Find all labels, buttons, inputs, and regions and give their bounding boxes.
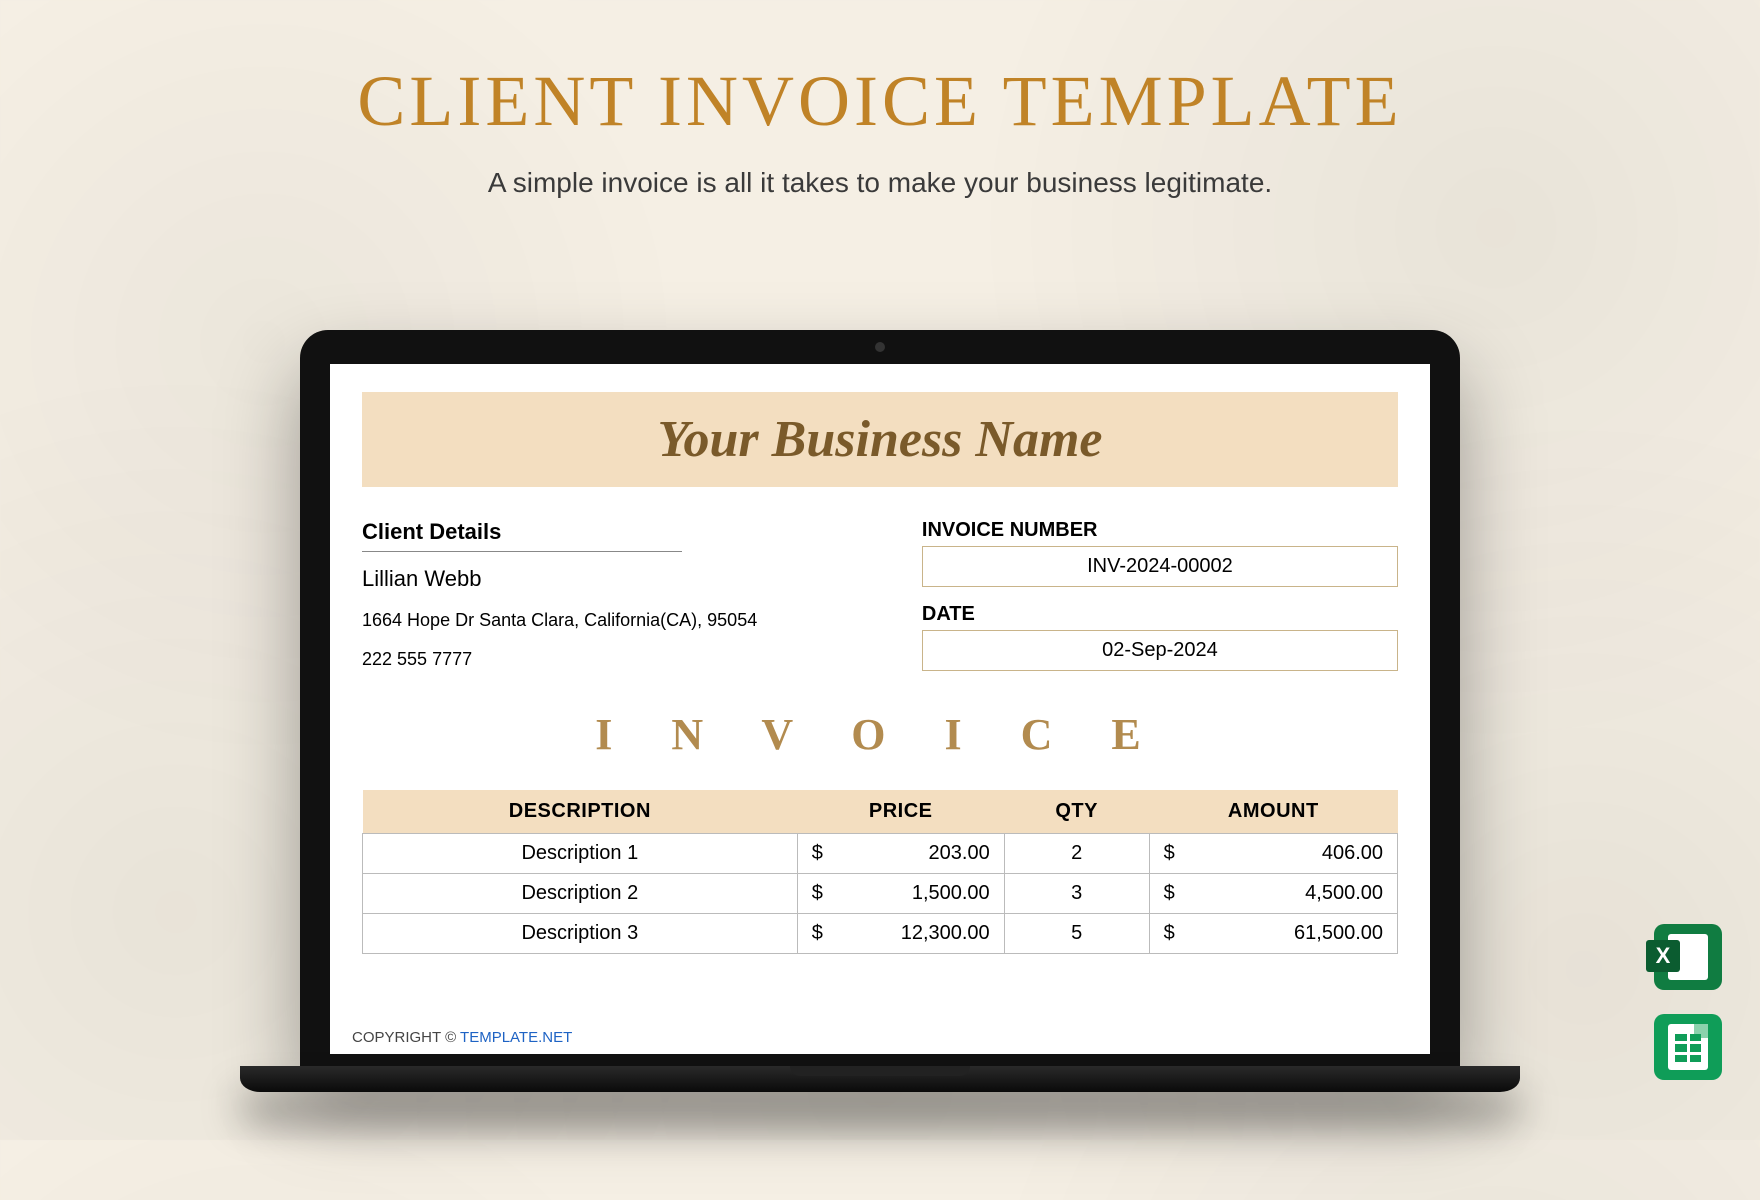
cell-description: Description 3 (363, 914, 798, 954)
cell-amount: $4,500.00 (1149, 874, 1397, 914)
client-details-column: Client Details Lillian Webb 1664 Hope Dr… (362, 519, 862, 671)
cell-description: Description 1 (363, 834, 798, 874)
copyright-brand: TEMPLATE.NET (460, 1029, 572, 1046)
cell-description: Description 2 (363, 874, 798, 914)
cell-qty: 2 (1004, 834, 1149, 874)
cell-amount: $406.00 (1149, 834, 1397, 874)
cell-price: $12,300.00 (797, 914, 1004, 954)
invoice-date-value: 02-Sep-2024 (922, 630, 1398, 671)
table-header: DESCRIPTION PRICE QTY AMOUNT (363, 790, 1398, 834)
col-price: PRICE (797, 790, 1004, 834)
client-phone: 222 555 7777 (362, 649, 862, 670)
col-amount: AMOUNT (1149, 790, 1397, 834)
laptop-mockup: Your Business Name Client Details Lillia… (300, 330, 1460, 1092)
table-row: Description 2$1,500.003$4,500.00 (363, 874, 1398, 914)
invoice-heading: I N V O I C E (362, 709, 1398, 760)
col-description: DESCRIPTION (363, 790, 798, 834)
client-details-heading: Client Details (362, 519, 682, 552)
business-name: Your Business Name (658, 411, 1103, 468)
invoice-number-value: INV-2024-00002 (922, 546, 1398, 587)
cell-price: $1,500.00 (797, 874, 1004, 914)
page-title: CLIENT INVOICE TEMPLATE (0, 60, 1760, 143)
invoice-date-label: DATE (922, 603, 1398, 626)
col-qty: QTY (1004, 790, 1149, 834)
invoice-business-header: Your Business Name (362, 392, 1398, 487)
cell-qty: 3 (1004, 874, 1149, 914)
invoice-meta-column: INVOICE NUMBER INV-2024-00002 DATE 02-Se… (922, 519, 1398, 671)
invoice-items-table: DESCRIPTION PRICE QTY AMOUNT Description… (362, 790, 1398, 954)
cell-price: $203.00 (797, 834, 1004, 874)
table-row: Description 3$12,300.005$61,500.00 (363, 914, 1398, 954)
laptop-bezel: Your Business Name Client Details Lillia… (300, 330, 1460, 1066)
client-address: 1664 Hope Dr Santa Clara, California(CA)… (362, 610, 862, 631)
file-format-icons: X (1654, 924, 1722, 1080)
copyright-prefix: COPYRIGHT © (352, 1029, 460, 1046)
client-name: Lillian Webb (362, 566, 862, 592)
laptop-base (240, 1066, 1520, 1092)
excel-x-badge: X (1646, 940, 1680, 972)
cell-amount: $61,500.00 (1149, 914, 1397, 954)
excel-icon: X (1654, 924, 1722, 990)
page-subtitle: A simple invoice is all it takes to make… (0, 167, 1760, 199)
laptop-camera (875, 342, 885, 352)
table-row: Description 1$203.002$406.00 (363, 834, 1398, 874)
invoice-details-row: Client Details Lillian Webb 1664 Hope Dr… (362, 519, 1398, 671)
copyright-line: COPYRIGHT © TEMPLATE.NET (352, 1029, 572, 1046)
invoice-number-label: INVOICE NUMBER (922, 519, 1398, 542)
laptop-screen: Your Business Name Client Details Lillia… (330, 364, 1430, 1054)
google-sheets-icon (1654, 1014, 1722, 1080)
cell-qty: 5 (1004, 914, 1149, 954)
